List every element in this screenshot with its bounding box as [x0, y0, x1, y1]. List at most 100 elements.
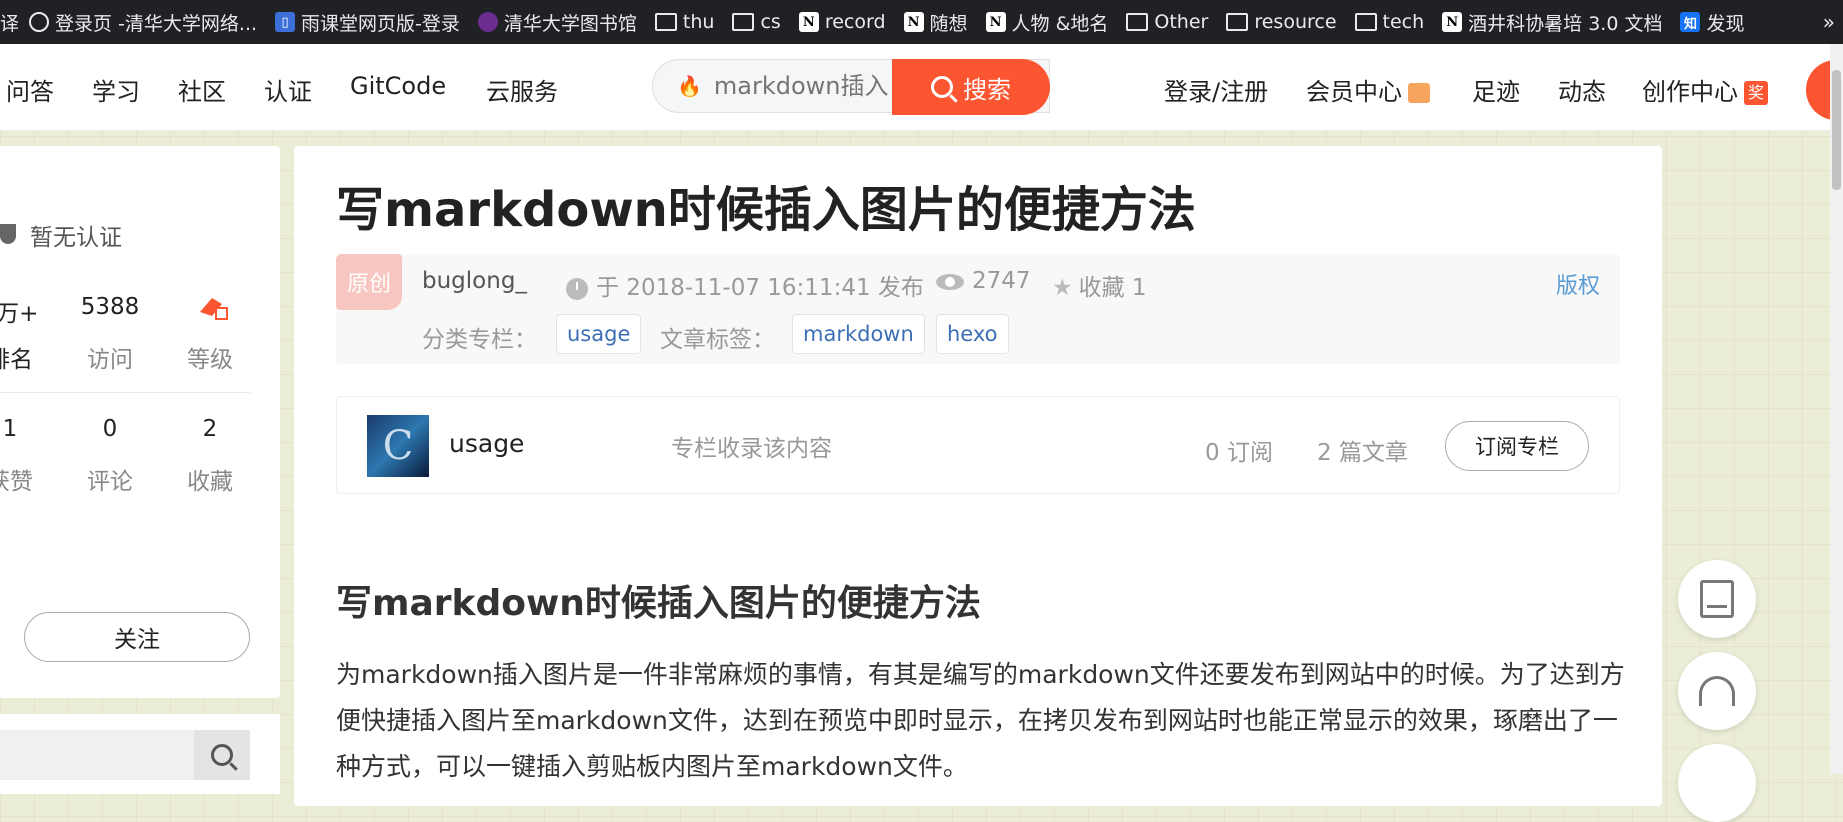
- clock-icon: [566, 277, 588, 300]
- column-name[interactable]: usage: [449, 429, 524, 458]
- author-profile-card: 暂无认证 1万+ 排名 5388 访问 等级 1 获赞 0 评论 2 收藏 关注: [0, 146, 280, 698]
- nav-item-qa[interactable]: 问答: [6, 72, 54, 107]
- edit-button[interactable]: [1678, 560, 1756, 638]
- gift-icon: [1408, 83, 1430, 103]
- folder-icon: [654, 13, 677, 31]
- bookmark-folder-resource[interactable]: resource: [1226, 11, 1337, 33]
- bookmark-jiujing-docs[interactable]: N 酒井科协暑培 3.0 文档: [1442, 9, 1662, 36]
- bookmark-suixiang[interactable]: N 随想: [903, 9, 968, 36]
- search-icon: [211, 744, 233, 766]
- stat-favorites-label: 收藏: [187, 469, 233, 495]
- view-count-text: 2747: [972, 268, 1031, 294]
- blog-search-button[interactable]: [194, 730, 250, 780]
- search-button[interactable]: 搜索: [892, 59, 1050, 115]
- edit-icon: [1700, 580, 1734, 618]
- creation-center-link[interactable]: 创作中心奖: [1642, 72, 1768, 107]
- bookmark-label: resource: [1254, 11, 1337, 33]
- column-article-count: 2 篇文章: [1317, 440, 1408, 466]
- bookmark-label: 雨课堂网页版-登录: [301, 12, 460, 35]
- author-name[interactable]: buglong_: [422, 268, 527, 294]
- bookmark-folder-thu[interactable]: thu: [654, 11, 715, 33]
- bookmark-translate[interactable]: 译: [0, 9, 19, 36]
- nav-item-learn[interactable]: 学习: [92, 72, 140, 107]
- favorite-count[interactable]: ★ 收藏 1: [1052, 268, 1147, 302]
- eye-icon: [936, 273, 964, 290]
- subscribe-column-button[interactable]: 订阅专栏: [1445, 421, 1589, 471]
- more-bookmarks-icon[interactable]: »: [1823, 10, 1835, 34]
- bookmark-label: thu: [682, 11, 715, 33]
- star-icon: ★: [1052, 275, 1073, 301]
- follow-button[interactable]: 关注: [24, 612, 250, 662]
- nav-item-certification[interactable]: 认证: [264, 72, 312, 107]
- nav-item-gitcode[interactable]: GitCode: [350, 72, 446, 100]
- column-subscriptions: 0 订阅: [1205, 440, 1273, 466]
- member-center-label: 会员中心: [1306, 78, 1402, 106]
- bookmarks-bar: 译 登录页 -清华大学网络... ▯ 雨课堂网页版-登录 清华大学图书馆 thu…: [0, 0, 1843, 44]
- bookmark-label: 随想: [929, 12, 968, 35]
- notion-icon: N: [985, 12, 1006, 32]
- favorite-count-text: 收藏 1: [1078, 275, 1147, 301]
- article-title: 写markdown时候插入图片的便捷方法: [336, 182, 1196, 238]
- stat-comments-label: 评论: [87, 469, 133, 495]
- login-register-link[interactable]: 登录/注册: [1164, 72, 1268, 107]
- tag-markdown[interactable]: markdown: [792, 314, 925, 354]
- article-meta: 原创 buglong_ 于 2018-11-07 16:11:41 发布 274…: [336, 254, 1620, 364]
- bookmark-label: cs: [760, 11, 781, 33]
- scrollbar-thumb[interactable]: [1832, 70, 1841, 190]
- top-navigation: 问答 学习 社区 认证 GitCode 云服务 🔥 搜索 登录/注册 会员中心 …: [0, 44, 1843, 131]
- tag-hexo[interactable]: hexo: [936, 314, 1009, 354]
- category-label: 分类专栏：: [422, 327, 537, 353]
- nav-item-community[interactable]: 社区: [178, 72, 226, 107]
- stat-comments-value: 0: [102, 416, 118, 442]
- certification-status: 暂无认证: [30, 225, 122, 251]
- notion-icon: N: [1442, 12, 1463, 32]
- bookmark-tsinghua-login[interactable]: 登录页 -清华大学网络...: [29, 9, 257, 36]
- footprint-link[interactable]: 足迹: [1472, 72, 1520, 107]
- article-card: 写markdown时候插入图片的便捷方法 原创 buglong_ 于 2018-…: [294, 146, 1662, 806]
- bookmark-label: 译: [0, 12, 20, 35]
- folder-icon: [1126, 13, 1149, 31]
- notion-icon: N: [903, 12, 924, 32]
- shield-icon: [0, 224, 16, 244]
- bookmark-library[interactable]: 清华大学图书馆: [477, 9, 637, 36]
- nav-item-cloud[interactable]: 云服务: [486, 72, 558, 107]
- folder-icon: [1226, 13, 1249, 31]
- blog-search-input[interactable]: [0, 730, 194, 780]
- stat-rank-label: 排名: [0, 347, 33, 373]
- category-tag[interactable]: usage: [556, 314, 642, 354]
- bookmark-label: Other: [1154, 11, 1209, 33]
- bookmark-folder-other[interactable]: Other: [1126, 11, 1208, 33]
- award-badge: 奖: [1744, 81, 1768, 105]
- stat-favorites-value: 2: [202, 416, 218, 442]
- view-count: 2747: [936, 268, 1031, 294]
- bookmark-label: 发现: [1706, 12, 1745, 35]
- stat-likes-label: 获赞: [0, 469, 33, 495]
- column-description: 专栏收录该内容: [671, 436, 832, 462]
- column-info: C usage 专栏收录该内容 0 订阅 2 篇文章 订阅专栏: [336, 396, 1620, 494]
- publish-time: 于 2018-11-07 16:11:41 发布: [566, 268, 924, 302]
- customer-service-button[interactable]: [1678, 652, 1756, 730]
- more-tools-button[interactable]: [1678, 744, 1756, 822]
- creation-center-label: 创作中心: [1642, 78, 1738, 106]
- activity-link[interactable]: 动态: [1558, 72, 1606, 107]
- bookmark-label: 清华大学图书馆: [503, 12, 637, 35]
- level-icon: [200, 298, 228, 320]
- stat-likes-value: 1: [2, 416, 18, 442]
- bookmark-label: 酒井科协暑培 3.0 文档: [1468, 12, 1663, 35]
- member-center-link[interactable]: 会员中心: [1306, 72, 1430, 107]
- bookmark-zhihu[interactable]: 知 发现: [1680, 9, 1744, 36]
- article-paragraph: 为markdown插入图片是一件非常麻烦的事情，有其是编写的markdown文件…: [336, 660, 1625, 781]
- bookmark-label: 人物 &地名: [1011, 12, 1109, 35]
- bookmark-folder-tech[interactable]: tech: [1354, 11, 1424, 33]
- search-input[interactable]: [711, 71, 906, 101]
- bookmark-folder-cs[interactable]: cs: [732, 11, 781, 33]
- copyright-link[interactable]: 版权: [1556, 268, 1600, 300]
- stat-level-label: 等级: [187, 347, 233, 373]
- bookmark-record[interactable]: N record: [798, 11, 886, 33]
- column-cover-image[interactable]: C: [367, 415, 429, 477]
- bookmark-people-places[interactable]: N 人物 &地名: [985, 9, 1109, 36]
- bookmark-yuketang[interactable]: ▯ 雨课堂网页版-登录: [275, 9, 460, 36]
- folder-icon: [1354, 13, 1377, 31]
- folder-icon: [732, 13, 755, 31]
- search-icon: [931, 76, 953, 98]
